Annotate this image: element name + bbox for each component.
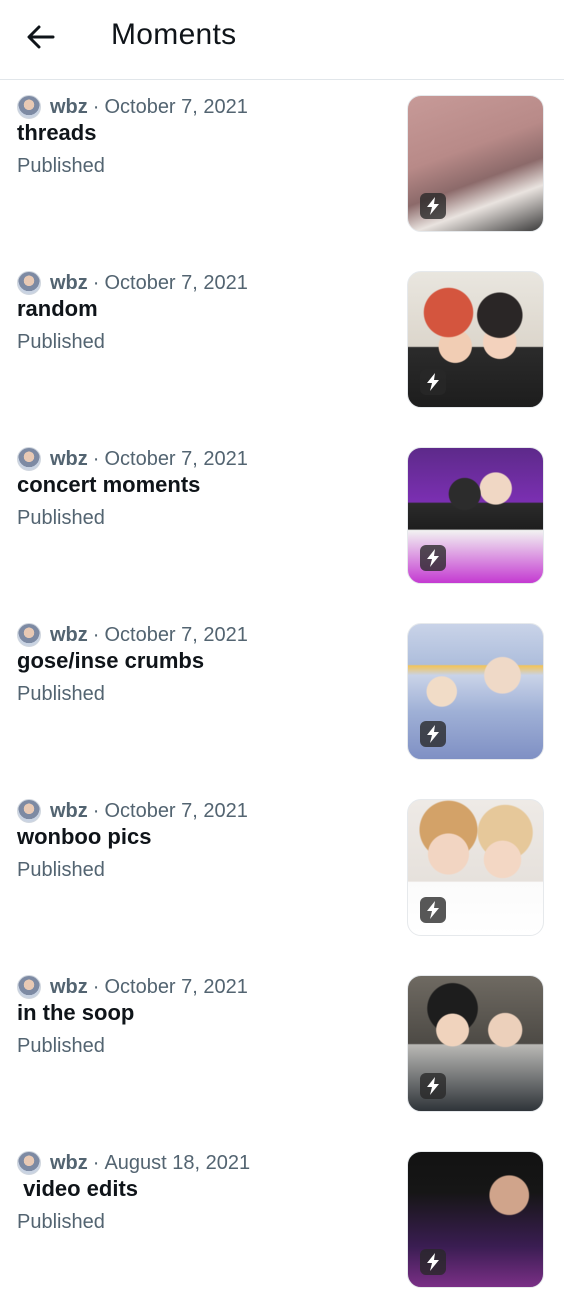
moment-date: October 7, 2021 — [104, 799, 248, 822]
author-name[interactable]: wbz — [50, 800, 88, 823]
moment-item[interactable]: wbz · October 7, 2021 threads Published — [0, 80, 564, 256]
moment-status: Published — [17, 507, 105, 529]
moment-title: gose/inse crumbs — [17, 648, 205, 673]
moment-date: October 7, 2021 — [104, 447, 248, 470]
moment-status: Published — [17, 683, 105, 705]
moment-title: random — [17, 296, 98, 321]
moment-title: in the soop — [17, 1000, 135, 1025]
moment-meta: wbz · October 7, 2021 — [17, 974, 248, 1000]
moment-title: wonboo pics — [17, 824, 152, 849]
avatar[interactable] — [17, 975, 41, 999]
lightning-bolt-icon — [420, 1073, 446, 1099]
top-app-bar: Moments — [0, 0, 564, 80]
avatar[interactable] — [17, 623, 41, 647]
meta-separator: · — [92, 447, 100, 470]
moment-item[interactable]: wbz · October 7, 2021 random Published — [0, 256, 564, 432]
moment-title: concert moments — [17, 472, 201, 497]
moment-item[interactable]: wbz · October 7, 2021 in the soop Publis… — [0, 960, 564, 1136]
moment-meta: wbz · October 7, 2021 — [17, 622, 248, 648]
moment-date: October 7, 2021 — [104, 95, 248, 118]
lightning-bolt-icon — [420, 369, 446, 395]
avatar[interactable] — [17, 271, 41, 295]
moment-date: October 7, 2021 — [104, 271, 248, 294]
moment-status: Published — [17, 331, 105, 353]
author-name[interactable]: wbz — [50, 448, 88, 471]
meta-separator: · — [92, 1151, 100, 1174]
moment-status: Published — [17, 1211, 105, 1233]
moment-date: August 18, 2021 — [104, 1151, 251, 1174]
moment-thumbnail[interactable] — [407, 623, 544, 760]
lightning-bolt-icon — [420, 193, 446, 219]
author-name[interactable]: wbz — [50, 272, 88, 295]
moment-status: Published — [17, 859, 105, 881]
moment-meta: wbz · August 18, 2021 — [17, 1150, 250, 1176]
moment-title: video edits — [17, 1176, 139, 1201]
lightning-bolt-icon — [420, 897, 446, 923]
author-name[interactable]: wbz — [50, 624, 88, 647]
moment-title: threads — [17, 120, 97, 145]
lightning-bolt-icon — [420, 721, 446, 747]
moment-date: October 7, 2021 — [104, 623, 248, 646]
avatar[interactable] — [17, 799, 41, 823]
back-button[interactable] — [18, 16, 64, 58]
moment-item[interactable]: wbz · October 7, 2021 concert moments Pu… — [0, 432, 564, 608]
moment-thumbnail[interactable] — [407, 95, 544, 232]
arrow-left-icon — [27, 25, 55, 49]
meta-separator: · — [92, 271, 100, 294]
meta-separator: · — [92, 623, 100, 646]
avatar[interactable] — [17, 1151, 41, 1175]
moment-thumbnail[interactable] — [407, 975, 544, 1112]
lightning-bolt-icon — [420, 545, 446, 571]
meta-separator: · — [92, 95, 100, 118]
meta-separator: · — [92, 975, 100, 998]
moment-thumbnail[interactable] — [407, 799, 544, 936]
moment-item[interactable]: wbz · October 7, 2021 gose/inse crumbs P… — [0, 608, 564, 784]
avatar[interactable] — [17, 447, 41, 471]
moment-status: Published — [17, 155, 105, 177]
author-name[interactable]: wbz — [50, 976, 88, 999]
moment-meta: wbz · October 7, 2021 — [17, 94, 248, 120]
moment-status: Published — [17, 1035, 105, 1057]
author-name[interactable]: wbz — [50, 1152, 88, 1175]
moment-thumbnail[interactable] — [407, 271, 544, 408]
author-name[interactable]: wbz — [50, 96, 88, 119]
moment-thumbnail[interactable] — [407, 447, 544, 584]
moment-meta: wbz · October 7, 2021 — [17, 270, 248, 296]
moment-date: October 7, 2021 — [104, 975, 248, 998]
avatar[interactable] — [17, 95, 41, 119]
moment-item[interactable]: wbz · October 7, 2021 wonboo pics Publis… — [0, 784, 564, 960]
page-title: Moments — [111, 18, 237, 51]
moment-meta: wbz · October 7, 2021 — [17, 446, 248, 472]
moment-meta: wbz · October 7, 2021 — [17, 798, 248, 824]
moment-thumbnail[interactable] — [407, 1151, 544, 1288]
moment-item[interactable]: wbz · August 18, 2021 video edits Publis… — [0, 1136, 564, 1312]
meta-separator: · — [92, 799, 100, 822]
lightning-bolt-icon — [420, 1249, 446, 1275]
